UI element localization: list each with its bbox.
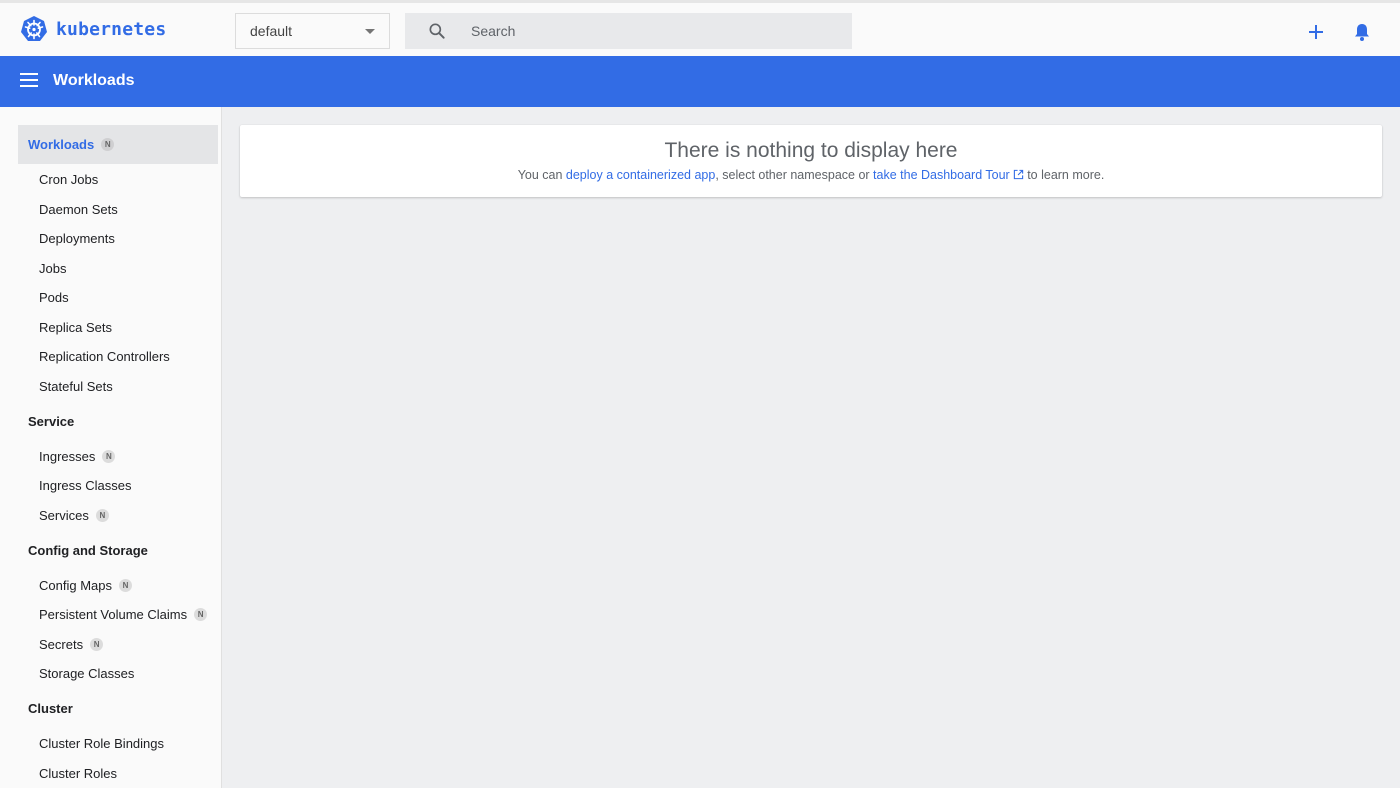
sidebar-item-label: Persistent Volume Claims — [39, 606, 188, 622]
search-bar — [405, 13, 852, 49]
sidebar-item-secrets[interactable]: Secrets N — [18, 629, 218, 659]
sidebar-item-services[interactable]: Services N — [18, 500, 218, 530]
sidebar-item-deployments[interactable]: Deployments — [18, 223, 218, 253]
sidebar-item-daemon-sets[interactable]: Daemon Sets — [18, 194, 218, 224]
sidebar-item-label: Replication Controllers — [39, 348, 170, 364]
search-icon — [429, 23, 445, 39]
sidebar-item-workloads[interactable]: Workloads N — [18, 125, 218, 164]
sidebar-section-label: Cluster — [28, 700, 73, 716]
deploy-app-link[interactable]: deploy a containerized app — [566, 168, 715, 182]
sidebar-section-config-storage: Config and Storage — [18, 535, 218, 565]
sidebar-nav: Workloads N Cron Jobs Daemon Sets Deploy… — [0, 107, 222, 788]
sidebar-item-storage-classes[interactable]: Storage Classes — [18, 658, 218, 688]
sidebar-item-jobs[interactable]: Jobs — [18, 253, 218, 283]
sidebar-item-label: Deployments — [39, 230, 115, 246]
sidebar-item-label: Ingresses — [39, 448, 96, 464]
sidebar-item-label: Stateful Sets — [39, 378, 113, 394]
dashboard-tour-label: take the Dashboard Tour — [873, 168, 1010, 182]
bell-icon[interactable] — [1351, 21, 1373, 43]
sidebar-item-ingress-classes[interactable]: Ingress Classes — [18, 470, 218, 500]
sidebar-item-config-maps[interactable]: Config Maps N — [18, 570, 218, 600]
empty-state-message: You can deploy a containerized app, sele… — [240, 168, 1382, 182]
sidebar-item-label: Pods — [39, 289, 69, 305]
sidebar-item-label: Jobs — [39, 260, 67, 276]
sidebar-item-label: Config Maps — [39, 577, 112, 593]
page-toolbar: Workloads — [0, 56, 1400, 107]
kubernetes-helm-icon — [21, 16, 47, 41]
sidebar-item-label: Workloads — [28, 137, 95, 152]
sidebar-item-stateful-sets[interactable]: Stateful Sets — [18, 371, 218, 401]
sidebar-item-replication-controllers[interactable]: Replication Controllers — [18, 341, 218, 371]
namespace-select[interactable]: default — [235, 13, 390, 49]
sidebar-item-label: Ingress Classes — [39, 477, 132, 493]
brand-logo[interactable]: kubernetes — [20, 15, 166, 43]
plus-icon[interactable] — [1305, 21, 1327, 43]
sidebar-item-label: Replica Sets — [39, 319, 112, 335]
dashboard-tour-link[interactable]: take the Dashboard Tour — [873, 168, 1024, 182]
search-input[interactable] — [471, 13, 841, 49]
sidebar-item-label: Cluster Roles — [39, 765, 118, 781]
sidebar-item-ingresses[interactable]: Ingresses N — [18, 441, 218, 471]
external-link-icon — [1013, 169, 1023, 180]
message-text: , select other namespace or — [715, 168, 874, 182]
namespaced-badge: N — [118, 578, 132, 592]
top-header: kubernetes default — [0, 0, 1400, 56]
hamburger-menu-icon[interactable] — [20, 73, 38, 89]
sidebar-item-label: Cron Jobs — [39, 171, 99, 187]
sidebar-item-cron-jobs[interactable]: Cron Jobs — [18, 164, 218, 194]
namespaced-badge: N — [95, 508, 109, 522]
empty-state-title: There is nothing to display here — [664, 139, 958, 162]
empty-state-card: There is nothing to display here You can… — [240, 125, 1382, 197]
brand-name: kubernetes — [56, 18, 167, 40]
sidebar-item-label: Daemon Sets — [39, 201, 118, 217]
sidebar-item-pods[interactable]: Pods — [18, 282, 218, 312]
sidebar-item-label: Secrets — [39, 636, 84, 652]
sidebar-section-label: Service — [28, 413, 75, 429]
namespaced-badge: N — [102, 449, 116, 463]
caret-down-icon — [365, 29, 375, 34]
message-text: to learn more. — [1023, 168, 1105, 182]
sidebar-section-cluster: Cluster — [18, 693, 218, 723]
namespace-value: default — [250, 23, 293, 39]
namespaced-badge: N — [101, 138, 115, 151]
page-title: Workloads — [53, 72, 135, 89]
sidebar-item-cluster-role-bindings[interactable]: Cluster Role Bindings — [18, 728, 218, 758]
sidebar-section-label: Config and Storage — [28, 542, 148, 558]
sidebar-section-service: Service — [18, 406, 218, 436]
sidebar-item-label: Services — [39, 507, 89, 523]
namespaced-badge: N — [194, 607, 208, 621]
message-text: You can — [517, 168, 566, 182]
sidebar-item-cluster-roles[interactable]: Cluster Roles — [18, 758, 218, 788]
sidebar-item-label: Storage Classes — [39, 665, 135, 681]
sidebar-item-replica-sets[interactable]: Replica Sets — [18, 312, 218, 342]
sidebar-item-persistent-volume-claims[interactable]: Persistent Volume Claims N — [18, 599, 218, 629]
sidebar-item-label: Cluster Role Bindings — [39, 735, 165, 751]
namespaced-badge: N — [90, 637, 104, 651]
